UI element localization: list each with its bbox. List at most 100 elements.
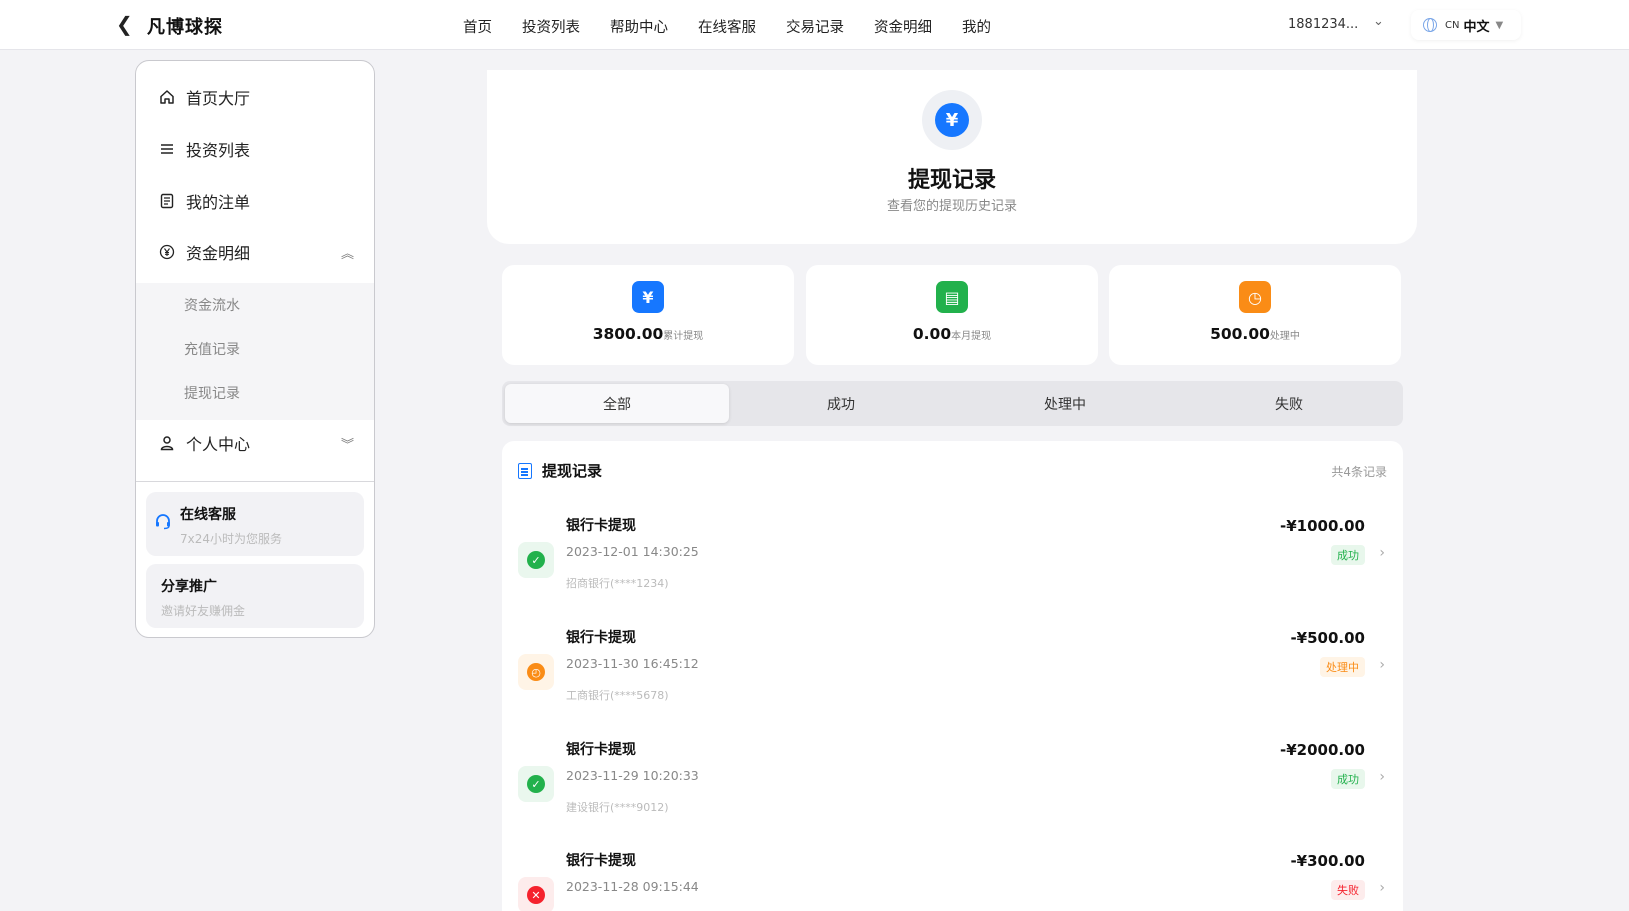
yuan-circle-icon [158,243,176,261]
headset-icon [154,512,172,534]
status-badge: 成功 [1331,769,1365,789]
record-amount: -¥500.00 [1290,629,1365,647]
tab-all[interactable]: 全部 [505,384,729,423]
online-service-card[interactable]: 在线客服 7x24小时为您服务 [146,492,364,556]
sidebar-item-home-hall[interactable]: 首页大厅 [136,77,374,117]
calendar-icon: ▤ [936,281,968,313]
records-panel: 提现记录 共4条记录 ✓ 银行卡提现 2023-12-01 14:30:25 招… [502,441,1403,911]
chevron-right-icon: › [1379,657,1385,673]
chevron-down-icon: ︾ [340,438,354,453]
status-icon-wrap: ◴ [518,654,554,690]
status-icon-wrap: ✓ [518,542,554,578]
tab-success[interactable]: 成功 [729,384,953,423]
tab-processing[interactable]: 处理中 [953,384,1177,423]
record-bank: 招商银行(****1234) [566,577,669,590]
share-promotion-subtitle: 邀请好友赚佣金 [161,604,246,618]
globe-icon [1423,18,1437,32]
sidebar-item-fund-details[interactable]: 资金明细 ︽ [136,232,374,272]
submenu-item-recharge-records[interactable]: 充值记录 [184,339,240,359]
nav-fund-details[interactable]: 资金明细 [874,16,932,37]
back-arrow-icon[interactable]: ❮ [116,13,138,35]
sidebar-divider [136,481,374,482]
stat-value: 0.00本月提现 [912,325,992,343]
close-icon: ✕ [527,886,545,904]
status-icon-wrap: ✓ [518,766,554,802]
brand-title: 凡博球探 [147,17,223,38]
tab-failed[interactable]: 失败 [1177,384,1401,423]
sidebar-item-invest-list[interactable]: 投资列表 [136,129,374,169]
record-date: 2023-11-28 09:15:44 [566,879,699,894]
sidebar-item-label: 资金明细 [186,244,251,263]
stat-card-processing: ◷ 500.00处理中 [1109,265,1401,365]
page-header-card: ¥ 提现记录 查看您的提现历史记录 [487,70,1417,244]
record-row[interactable]: ✓ 银行卡提现 2023-12-01 14:30:25 招商银行(****123… [502,509,1403,619]
record-row[interactable]: ✓ 银行卡提现 2023-11-29 10:20:33 建设银行(****901… [502,733,1403,843]
nav-transactions[interactable]: 交易记录 [786,16,844,37]
nav-online-service[interactable]: 在线客服 [698,16,756,37]
record-title: 银行卡提现 [566,742,636,758]
stat-card-monthly-withdrawn: ▤ 0.00本月提现 [806,265,1098,365]
stat-value: 3800.00累计提现 [592,325,704,343]
chevron-down-icon[interactable]: ⌄ [1373,14,1384,29]
record-row[interactable]: ✕ 银行卡提现 2023-11-28 09:15:44 -¥300.00 失败 … [502,844,1403,911]
share-promotion-card[interactable]: 分享推广 邀请好友赚佣金 [146,564,364,628]
record-bank: 建设银行(****9012) [566,801,669,814]
yuan-icon: ¥ [935,103,969,137]
language-selector[interactable]: CN 中文 ▼ [1411,10,1521,40]
record-date: 2023-11-30 16:45:12 [566,656,699,671]
record-title: 银行卡提现 [566,518,636,534]
sidebar-item-label: 首页大厅 [186,89,251,108]
record-amount: -¥2000.00 [1280,741,1365,759]
clock-icon: ◷ [1239,281,1271,313]
record-amount: -¥300.00 [1290,852,1365,870]
user-icon [158,434,176,452]
status-icon-wrap: ✕ [518,877,554,911]
online-service-title: 在线客服 [180,507,236,523]
sidebar: 首页大厅 投资列表 我的注单 资金明细 ︽ 资金流水 充值记录 提现记录 个人中… [135,60,375,638]
status-badge: 失败 [1331,880,1365,900]
language-label: 中文 [1463,19,1490,35]
nav-invest-list[interactable]: 投资列表 [522,16,580,37]
status-tabs: 全部 成功 处理中 失败 [502,381,1403,426]
stat-value: 500.00处理中 [1210,325,1300,343]
status-badge: 成功 [1331,545,1365,565]
top-bar: ❮ 凡博球探 首页 投资列表 帮助中心 在线客服 交易记录 资金明细 我的 18… [0,0,1629,50]
nav-mine[interactable]: 我的 [962,16,991,37]
chevron-right-icon: › [1379,769,1385,785]
language-code: CN [1445,19,1460,31]
record-date: 2023-12-01 14:30:25 [566,544,699,559]
record-date: 2023-11-29 10:20:33 [566,768,699,783]
submenu-item-fund-flow[interactable]: 资金流水 [184,295,240,315]
chevron-right-icon: › [1379,880,1385,896]
sidebar-item-label: 我的注单 [186,193,251,212]
record-title: 银行卡提现 [566,630,636,646]
records-title: 提现记录 [542,462,603,480]
sidebar-item-label: 个人中心 [186,435,251,454]
record-amount: -¥1000.00 [1280,517,1365,535]
caret-down-icon: ▼ [1495,19,1504,31]
chevron-up-icon: ︽ [340,247,354,262]
sidebar-item-personal-center[interactable]: 个人中心 ︾ [136,423,374,463]
home-icon [158,88,176,106]
status-badge: 处理中 [1320,657,1365,677]
main-nav: 首页 投资列表 帮助中心 在线客服 交易记录 资金明细 我的 [463,16,1021,37]
online-service-subtitle: 7x24小时为您服务 [180,532,283,546]
check-icon: ✓ [527,775,545,793]
list-icon [158,140,176,158]
document-icon [518,463,532,479]
nav-help-center[interactable]: 帮助中心 [610,16,668,37]
hero-icon-wrap: ¥ [922,90,982,150]
page-title: 提现记录 [907,168,996,193]
user-account[interactable]: 1881234... [1288,17,1358,32]
record-row[interactable]: ◴ 银行卡提现 2023-11-30 16:45:12 工商银行(****567… [502,621,1403,731]
clock-icon: ◴ [527,663,545,681]
page-subtitle: 查看您的提现历史记录 [886,199,1017,214]
sidebar-item-my-bets[interactable]: 我的注单 [136,181,374,221]
chevron-right-icon: › [1379,545,1385,561]
records-count: 共4条记录 [1331,465,1387,479]
submenu-item-withdraw-records[interactable]: 提现记录 [184,383,240,403]
fund-details-submenu: 资金流水 充值记录 提现记录 [136,283,374,420]
nav-home[interactable]: 首页 [463,16,492,37]
stat-card-total-withdrawn: ¥ 3800.00累计提现 [502,265,794,365]
sidebar-item-label: 投资列表 [186,141,251,160]
